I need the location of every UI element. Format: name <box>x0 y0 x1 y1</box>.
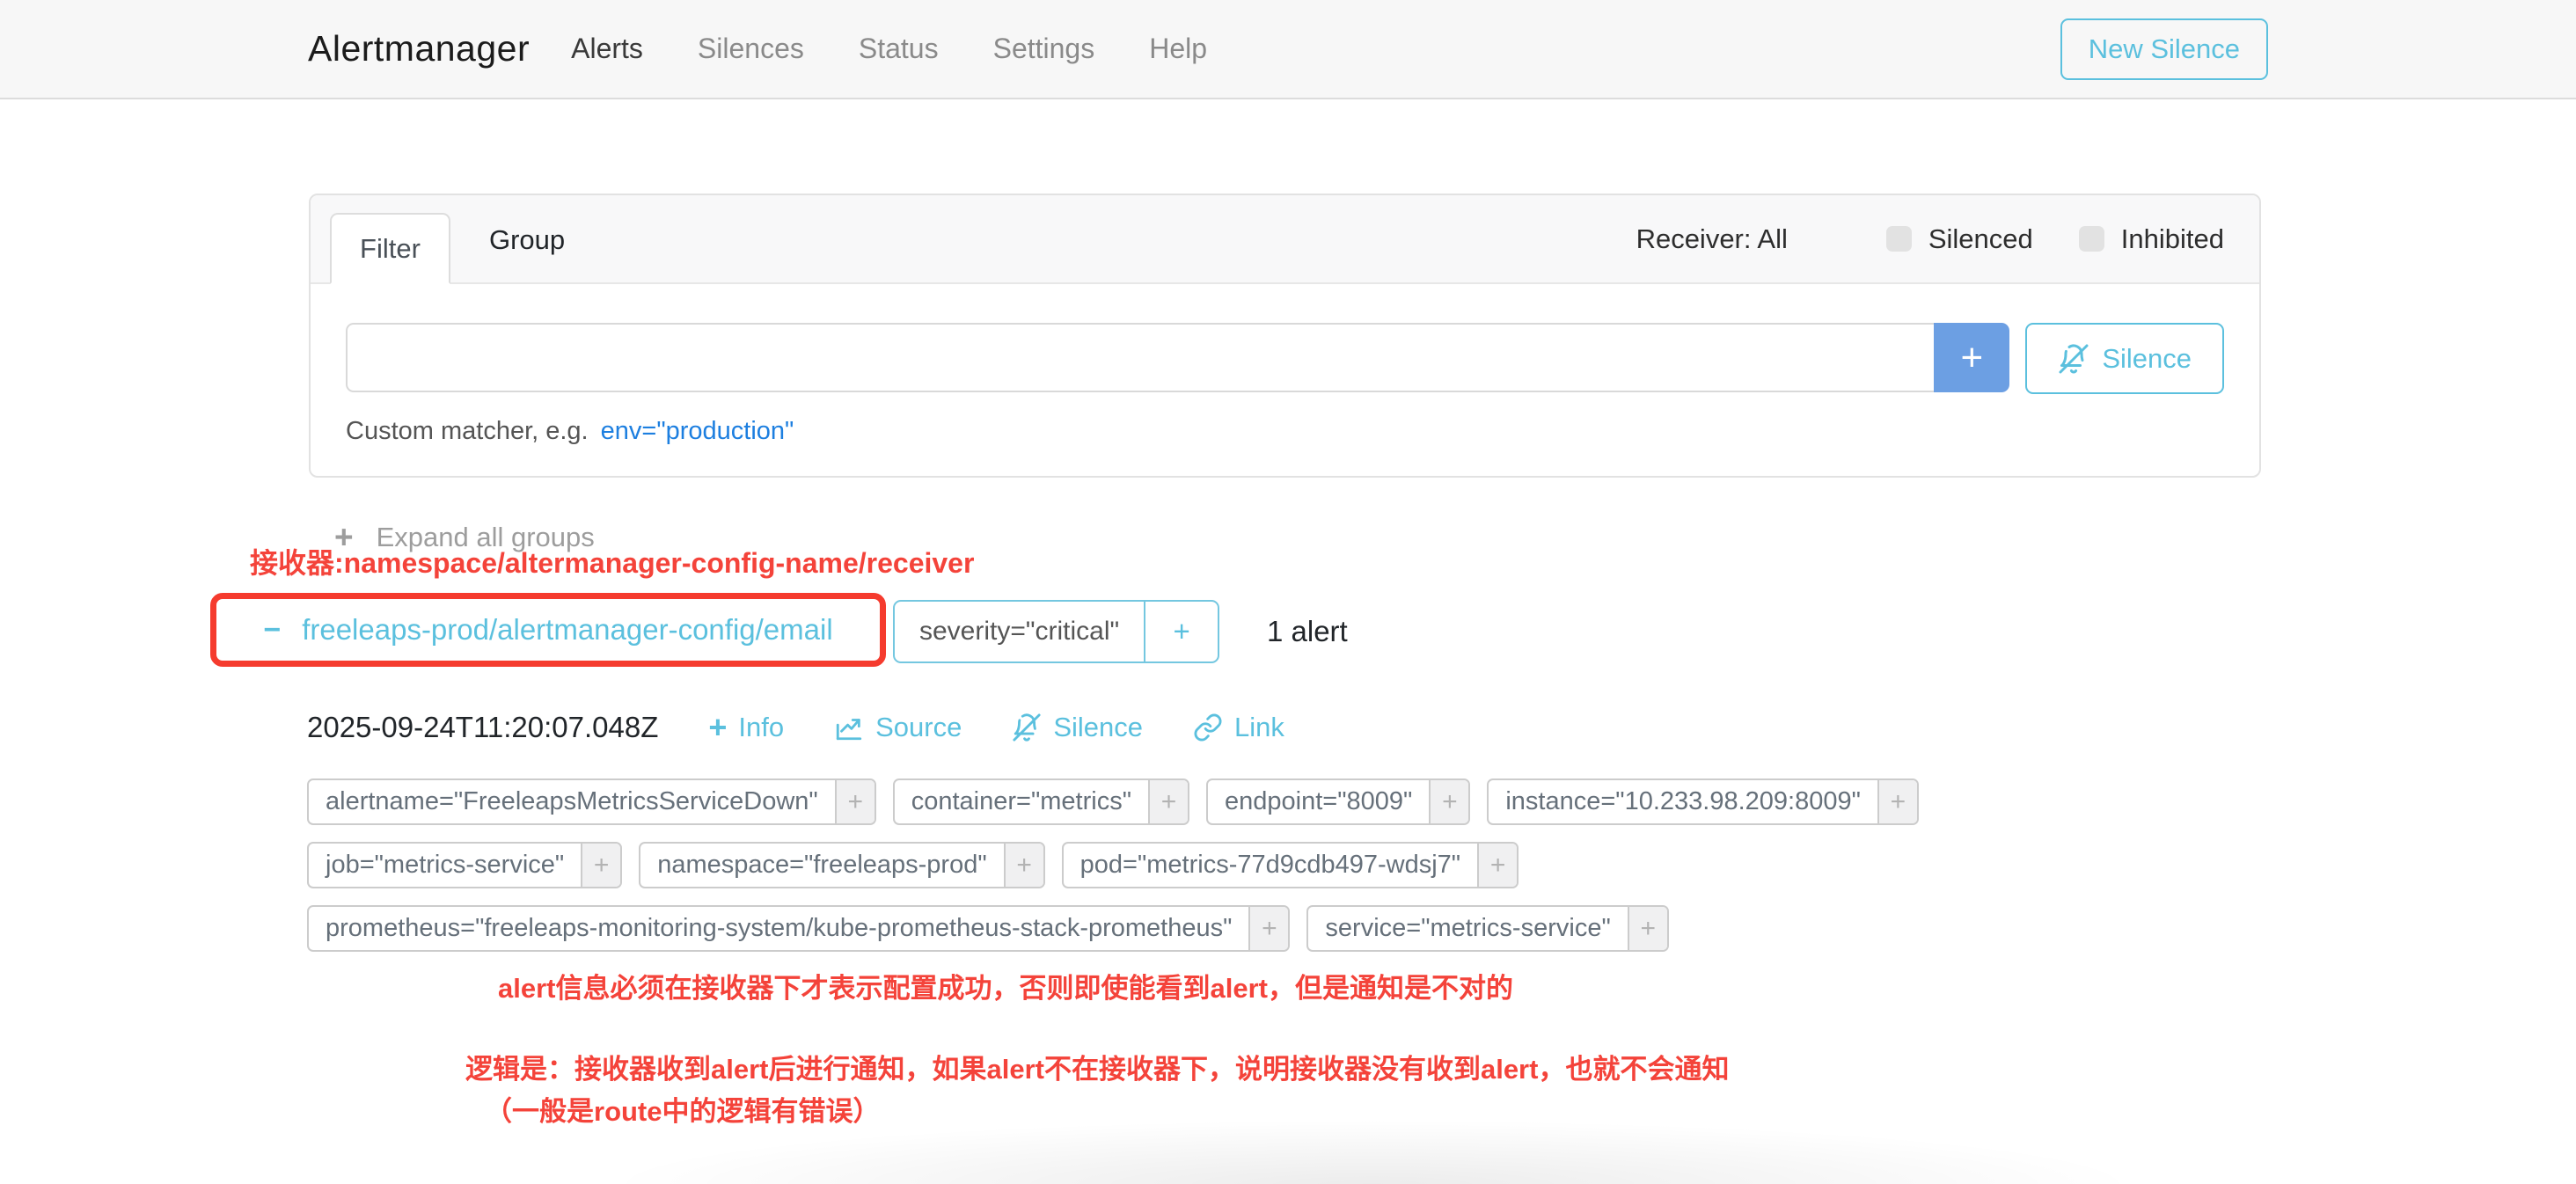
label-add-filter-button[interactable]: + <box>1429 780 1468 823</box>
nav-item-silences[interactable]: Silences <box>698 33 804 65</box>
link-label: Link <box>1234 712 1284 743</box>
alert-source-link[interactable]: Source <box>834 712 962 743</box>
bell-slash-icon <box>1012 713 1042 742</box>
annotation-route-note: （一般是route中的逻辑有错误） <box>485 1089 881 1129</box>
receiver-group-toggle[interactable]: − freeleaps-prod/alertmanager-config/ema… <box>258 612 838 647</box>
inhibited-checkbox-item[interactable]: Inhibited <box>2079 223 2224 255</box>
labels-row-2: job="metrics-service" + namespace="freel… <box>307 842 1919 888</box>
label-text: job="metrics-service" <box>309 844 581 887</box>
silenced-label: Silenced <box>1928 223 2033 255</box>
label-chip-namespace: namespace="freeleaps-prod" + <box>639 842 1044 888</box>
bell-slash-icon <box>2058 343 2089 375</box>
alert-labels: alertname="FreeleapsMetricsServiceDown" … <box>307 778 1919 968</box>
annotation-receiver-path: 接收器:namespace/altermanager-config-name/r… <box>250 541 974 581</box>
label-text: service="metrics-service" <box>1308 907 1627 950</box>
alert-info-link[interactable]: + Info <box>708 712 784 743</box>
label-add-filter-button[interactable]: + <box>1477 844 1517 887</box>
nav-item-alerts[interactable]: Alerts <box>571 33 643 65</box>
receiver-group-name: freeleaps-prod/alertmanager-config/email <box>302 613 832 647</box>
silenced-checkbox[interactable] <box>1886 226 1912 252</box>
info-label: Info <box>738 712 784 743</box>
alert-timestamp: 2025-09-24T11:20:07.048Z <box>307 711 658 744</box>
inhibited-checkbox[interactable] <box>2079 226 2104 252</box>
link-icon <box>1193 713 1223 742</box>
label-add-filter-button[interactable]: + <box>581 844 620 887</box>
info-plus-icon: + <box>708 712 727 743</box>
label-chip-endpoint: endpoint="8009" + <box>1206 778 1470 825</box>
label-add-filter-button[interactable]: + <box>1248 907 1288 950</box>
filter-card-body: + Silence Custom matcher, e.g. env="produ… <box>311 284 2259 446</box>
add-matcher-button[interactable]: + <box>1934 323 2009 392</box>
label-add-filter-button[interactable]: + <box>1877 780 1917 823</box>
source-label: Source <box>875 712 962 743</box>
tab-filter[interactable]: Filter <box>330 213 450 284</box>
top-navbar: Alertmanager Alerts Silences Status Sett… <box>0 0 2576 99</box>
label-text: container="metrics" <box>895 780 1148 823</box>
silenced-checkbox-item[interactable]: Silenced <box>1886 223 2033 255</box>
label-text: instance="10.233.98.209:8009" <box>1489 780 1877 823</box>
silence-label: Silence <box>1053 712 1143 743</box>
label-text: namespace="freeleaps-prod" <box>640 844 1003 887</box>
label-text: alertname="FreeleapsMetricsServiceDown" <box>309 780 835 823</box>
label-chip-alertname: alertname="FreeleapsMetricsServiceDown" … <box>307 778 876 825</box>
label-chip-pod: pod="metrics-77d9cdb497-wdsj7" + <box>1062 842 1519 888</box>
label-add-filter-button[interactable]: + <box>835 780 875 823</box>
nav-item-settings[interactable]: Settings <box>993 33 1095 65</box>
matcher-help-label: Custom matcher, e.g. <box>346 417 589 445</box>
label-add-filter-button[interactable]: + <box>1628 907 1667 950</box>
labels-row-1: alertname="FreeleapsMetricsServiceDown" … <box>307 778 1919 825</box>
inhibited-label: Inhibited <box>2121 223 2224 255</box>
silence-filter-button[interactable]: Silence <box>2025 323 2224 394</box>
tab-group[interactable]: Group <box>480 195 574 284</box>
alert-permalink[interactable]: Link <box>1193 712 1284 743</box>
chart-icon <box>834 713 864 742</box>
filter-card-header: Filter Group Receiver: All Silenced Inhi… <box>311 195 2259 284</box>
label-chip-instance: instance="10.233.98.209:8009" + <box>1487 778 1919 825</box>
labels-row-3: prometheus="freeleaps-monitoring-system/… <box>307 905 1919 952</box>
label-text: pod="metrics-77d9cdb497-wdsj7" <box>1064 844 1477 887</box>
label-chip-prometheus: prometheus="freeleaps-monitoring-system/… <box>307 905 1290 952</box>
label-chip-job: job="metrics-service" + <box>307 842 622 888</box>
matcher-example-link[interactable]: env="production" <box>601 417 794 445</box>
label-chip-service: service="metrics-service" + <box>1306 905 1668 952</box>
matcher-input-row: + Silence <box>346 323 2224 394</box>
severity-add-filter-button[interactable]: + <box>1144 602 1218 661</box>
alert-silence-link[interactable]: Silence <box>1012 712 1143 743</box>
collapse-minus-icon: − <box>263 615 281 645</box>
nav-item-help[interactable]: Help <box>1149 33 1207 65</box>
app-brand[interactable]: Alertmanager <box>308 28 530 69</box>
annotation-logic-note: 逻辑是：接收器收到alert后进行通知，如果alert不在接收器下，说明接收器没… <box>465 1047 1729 1086</box>
filter-card: Filter Group Receiver: All Silenced Inhi… <box>309 194 2261 478</box>
label-chip-container: container="metrics" + <box>893 778 1189 825</box>
alert-meta-row: 2025-09-24T11:20:07.048Z + Info Source S… <box>307 711 1284 744</box>
new-silence-button[interactable]: New Silence <box>2060 18 2268 80</box>
nav-item-status[interactable]: Status <box>859 33 939 65</box>
annotation-alert-note: alert信息必须在接收器下才表示配置成功，否则即使能看到alert，但是通知是… <box>498 966 1513 1005</box>
alert-count: 1 alert <box>1267 600 1348 663</box>
receiver-dropdown[interactable]: Receiver: All <box>1636 223 1788 255</box>
label-text: prometheus="freeleaps-monitoring-system/… <box>309 907 1248 950</box>
nav-links: Alerts Silences Status Settings Help <box>571 33 1207 65</box>
bottom-shadow <box>598 1119 2147 1184</box>
matcher-input[interactable] <box>346 323 1934 392</box>
silence-filter-label: Silence <box>2102 343 2192 375</box>
label-add-filter-button[interactable]: + <box>1004 844 1043 887</box>
annotation-red-box: − freeleaps-prod/alertmanager-config/ema… <box>210 593 886 667</box>
matcher-help-text: Custom matcher, e.g. env="production" <box>346 417 2224 446</box>
severity-matcher-label: severity="critical" <box>895 602 1144 661</box>
label-add-filter-button[interactable]: + <box>1148 780 1188 823</box>
alertmanager-page: Alertmanager Alerts Silences Status Sett… <box>0 0 2576 1184</box>
filter-header-controls: Receiver: All Silenced Inhibited <box>1636 223 2224 255</box>
label-text: endpoint="8009" <box>1208 780 1429 823</box>
severity-matcher-group: severity="critical" + <box>893 600 1219 663</box>
